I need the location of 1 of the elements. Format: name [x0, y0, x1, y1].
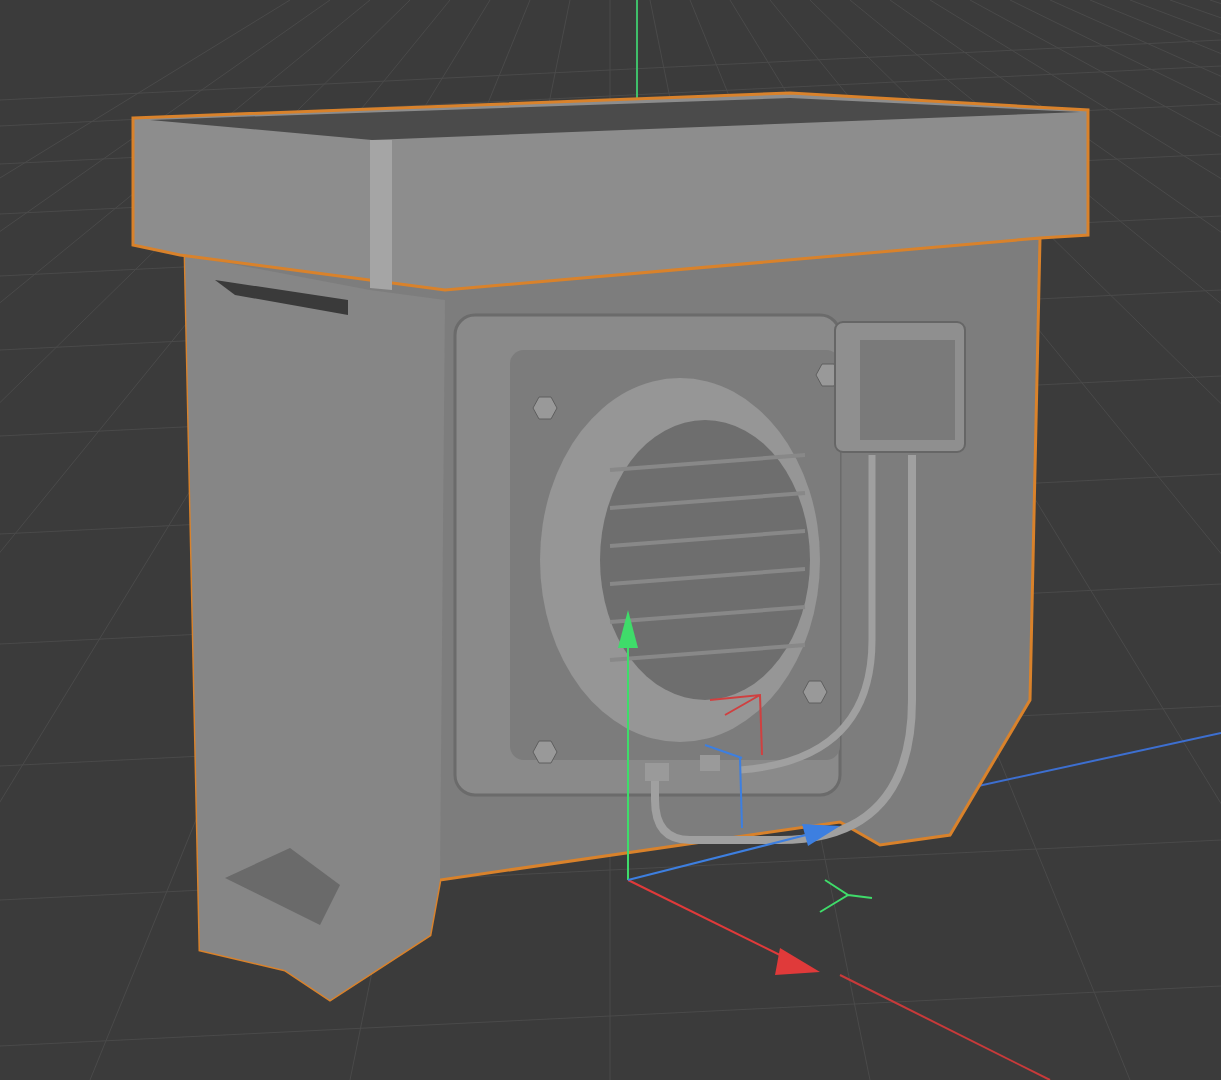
move-gizmo-drawing[interactable] [618, 610, 873, 975]
